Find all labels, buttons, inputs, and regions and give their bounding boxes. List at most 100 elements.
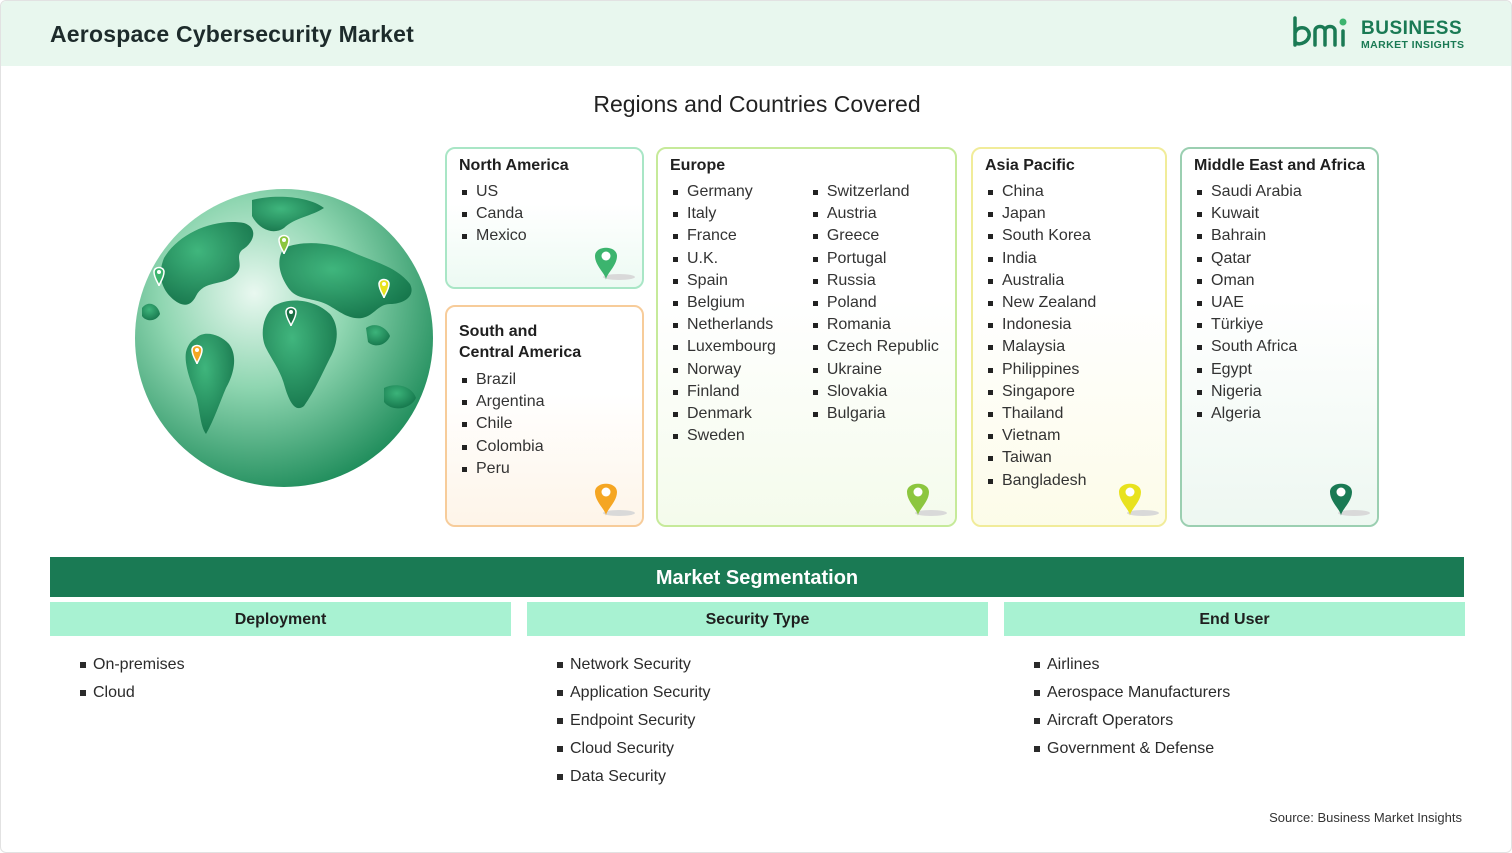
country-list: US Canda Mexico — [459, 181, 630, 248]
country-item: Greece — [810, 225, 943, 247]
globe-icon — [135, 189, 433, 487]
country-item: Argentina — [459, 391, 630, 413]
region-name: North America — [459, 157, 569, 174]
country-item: Taiwan — [985, 447, 1153, 469]
segment-item: Cloud — [79, 679, 185, 707]
country-item: Vietnam — [985, 425, 1153, 447]
country-item: Thailand — [985, 403, 1153, 425]
country-item: Netherlands — [670, 314, 810, 336]
segment-item: On-premises — [79, 651, 185, 679]
country-item: Czech Republic — [810, 336, 943, 358]
country-item: Peru — [459, 458, 630, 480]
country-item: France — [670, 225, 810, 247]
segment-list-security-type: Network Security Application Security En… — [556, 651, 711, 791]
country-item: Belgium — [670, 292, 810, 314]
country-item: Canda — [459, 203, 630, 225]
country-item: Türkiye — [1194, 314, 1365, 336]
map-pin-icon — [1330, 483, 1370, 516]
country-item: Romania — [810, 314, 943, 336]
country-item: Kuwait — [1194, 203, 1365, 225]
region-name: Asia Pacific — [985, 157, 1075, 174]
segment-item: Data Security — [556, 763, 711, 791]
country-item: Algeria — [1194, 403, 1365, 425]
segment-item: Aircraft Operators — [1033, 707, 1230, 735]
country-item: China — [985, 181, 1153, 203]
country-item: Qatar — [1194, 248, 1365, 270]
country-list: Saudi Arabia Kuwait Bahrain Qatar Oman U… — [1194, 181, 1365, 425]
country-item: Australia — [985, 270, 1153, 292]
country-list-col2: Switzerland Austria Greece Portugal Russ… — [810, 181, 943, 447]
segment-item: Aerospace Manufacturers — [1033, 679, 1230, 707]
country-item: U.K. — [670, 248, 810, 270]
country-item: Germany — [670, 181, 810, 203]
country-item: Bulgaria — [810, 403, 943, 425]
map-pin-icon — [595, 483, 635, 516]
segment-heading-security-type: Security Type — [527, 602, 988, 636]
bmi-logo-icon — [1293, 16, 1347, 47]
country-item: Portugal — [810, 248, 943, 270]
country-item: Switzerland — [810, 181, 943, 203]
segment-heading-deployment: Deployment — [50, 602, 511, 636]
country-item: Italy — [670, 203, 810, 225]
country-item: Brazil — [459, 369, 630, 391]
region-card-south-central-america: South and Central America Brazil Argenti… — [445, 305, 644, 527]
country-item: Poland — [810, 292, 943, 314]
header-bar: Aerospace Cybersecurity Market BUSINESS … — [1, 1, 1511, 66]
segment-item: Cloud Security — [556, 735, 711, 763]
country-item: Philippines — [985, 359, 1153, 381]
region-card-europe: Europe Germany Italy France U.K. Spain B… — [656, 147, 957, 527]
country-item: Austria — [810, 203, 943, 225]
market-segmentation-banner: Market Segmentation — [50, 557, 1464, 597]
country-item: Oman — [1194, 270, 1365, 292]
country-item: Japan — [985, 203, 1153, 225]
country-item: Malaysia — [985, 336, 1153, 358]
country-item: Luxembourg — [670, 336, 810, 358]
regions-section-title: Regions and Countries Covered — [593, 91, 921, 117]
country-item: Colombia — [459, 436, 630, 458]
page-title: Aerospace Cybersecurity Market — [50, 21, 414, 47]
country-item: Norway — [670, 359, 810, 381]
map-pin-icon — [907, 483, 947, 516]
country-item: Egypt — [1194, 359, 1365, 381]
region-name: Europe — [670, 157, 726, 174]
country-item: South Africa — [1194, 336, 1365, 358]
country-item: Denmark — [670, 403, 810, 425]
region-card-middle-east-africa: Middle East and Africa Saudi Arabia Kuwa… — [1180, 147, 1379, 527]
map-pin-icon — [595, 247, 635, 280]
map-pin-icon — [1119, 483, 1159, 516]
country-item: Saudi Arabia — [1194, 181, 1365, 203]
segment-heading-end-user: End User — [1004, 602, 1465, 636]
country-item: Russia — [810, 270, 943, 292]
segment-item: Application Security — [556, 679, 711, 707]
region-name: South and Central America — [459, 321, 630, 363]
logo-word-market-insights: MARKET INSIGHTS — [1361, 39, 1465, 51]
segment-list-end-user: Airlines Aerospace Manufacturers Aircraf… — [1033, 651, 1230, 763]
country-item: Bahrain — [1194, 225, 1365, 247]
logo-word-business: BUSINESS — [1361, 18, 1463, 39]
segment-list-deployment: On-premises Cloud — [79, 651, 185, 707]
region-name: Middle East and Africa — [1194, 157, 1365, 174]
segment-item: Government & Defense — [1033, 735, 1230, 763]
country-list: Brazil Argentina Chile Colombia Peru — [459, 369, 630, 480]
country-item: Indonesia — [985, 314, 1153, 336]
region-name-line1: South and — [459, 323, 538, 340]
country-item: Ukraine — [810, 359, 943, 381]
country-item: India — [985, 248, 1153, 270]
country-list-col1: Germany Italy France U.K. Spain Belgium … — [670, 181, 810, 447]
region-card-north-america: North America US Canda Mexico — [445, 147, 644, 289]
page-frame: Aerospace Cybersecurity Market BUSINESS … — [0, 0, 1512, 853]
region-card-asia-pacific: Asia Pacific China Japan South Korea Ind… — [971, 147, 1167, 527]
country-item: Singapore — [985, 381, 1153, 403]
country-item: Nigeria — [1194, 381, 1365, 403]
country-item: Sweden — [670, 425, 810, 447]
country-item: South Korea — [985, 225, 1153, 247]
source-note: Source: Business Market Insights — [1269, 810, 1462, 825]
country-list: China Japan South Korea India Australia … — [985, 181, 1153, 492]
country-item: New Zealand — [985, 292, 1153, 314]
region-name-line2: Central America — [459, 344, 582, 361]
bmi-logo[interactable]: BUSINESS MARKET INSIGHTS — [1291, 15, 1471, 55]
country-item: Chile — [459, 413, 630, 435]
segment-item: Endpoint Security — [556, 707, 711, 735]
country-item: Spain — [670, 270, 810, 292]
country-item: Slovakia — [810, 381, 943, 403]
